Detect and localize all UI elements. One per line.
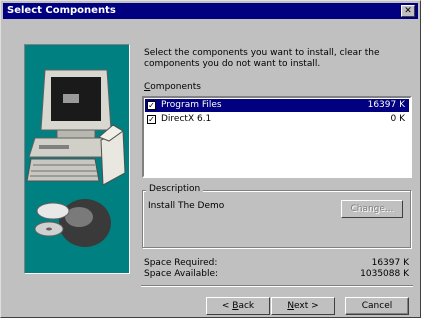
space-available-value: 1035088 K bbox=[360, 269, 409, 279]
close-icon: ✕ bbox=[404, 6, 412, 16]
change-button[interactable]: Change... bbox=[341, 200, 403, 218]
back-arrow: < bbox=[221, 301, 233, 311]
space-available-label: Space Available: bbox=[144, 269, 219, 279]
back-button[interactable]: < Back bbox=[206, 297, 270, 315]
cancel-button[interactable]: Cancel bbox=[345, 297, 409, 315]
space-required-label: Space Required: bbox=[144, 258, 218, 268]
components-list[interactable]: ✓ Program Files 16397 K ✓ DirectX 6.1 0 … bbox=[142, 96, 412, 178]
checkbox-checked[interactable]: ✓ bbox=[147, 115, 156, 124]
button-separator bbox=[141, 285, 413, 287]
list-item[interactable]: ✓ Program Files 16397 K bbox=[145, 99, 409, 112]
back-label: ack bbox=[238, 301, 255, 311]
component-name: Program Files bbox=[161, 100, 222, 110]
instructions-text: Select the components you want to instal… bbox=[144, 48, 380, 69]
next-button[interactable]: Next > bbox=[271, 297, 335, 315]
components-label-rest: omponents bbox=[150, 82, 201, 92]
computer-illustration-icon bbox=[25, 45, 129, 273]
next-label: ext > bbox=[294, 301, 319, 311]
description-label: Description bbox=[146, 184, 204, 194]
setup-illustration bbox=[24, 44, 130, 274]
window-title: Select Components bbox=[7, 5, 116, 16]
title-bar: Select Components ✕ bbox=[3, 3, 418, 19]
checkbox-checked[interactable]: ✓ bbox=[147, 101, 156, 110]
space-required-value: 16397 K bbox=[371, 258, 409, 268]
component-size: 0 K bbox=[390, 114, 406, 124]
components-label: Components bbox=[144, 82, 201, 92]
component-size: 16397 K bbox=[367, 100, 405, 110]
description-text: Install The Demo bbox=[148, 201, 225, 211]
description-groupbox bbox=[142, 190, 411, 248]
close-button[interactable]: ✕ bbox=[401, 5, 415, 17]
list-item[interactable]: ✓ DirectX 6.1 0 K bbox=[145, 113, 409, 126]
component-name: DirectX 6.1 bbox=[161, 114, 212, 124]
setup-dialog: Select Components ✕ Select the component… bbox=[0, 0, 421, 318]
